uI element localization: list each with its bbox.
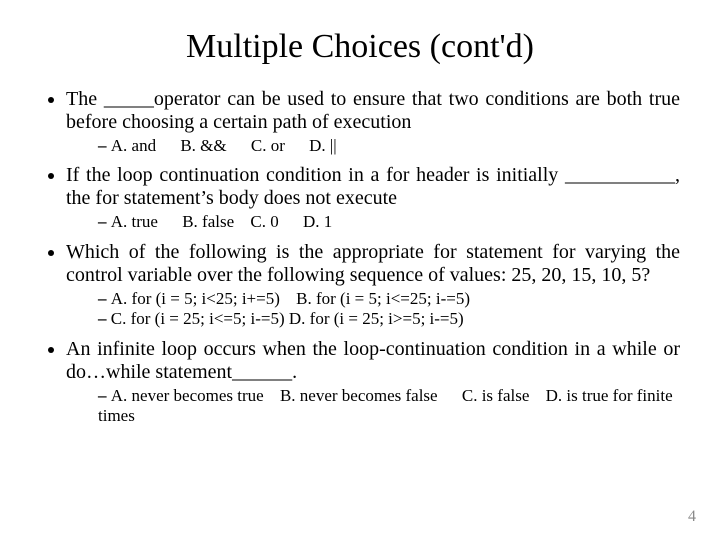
question-4-text: An infinite loop occurs when the loop-co… — [66, 338, 680, 383]
question-4: An infinite loop occurs when the loop-co… — [66, 338, 680, 427]
question-list: The _____operator can be used to ensure … — [40, 88, 680, 426]
option-a: A. and — [111, 136, 156, 155]
question-2-options: A. true B. false C. 0 D. 1 — [66, 212, 680, 232]
option-d: D. 1 — [303, 212, 332, 231]
option-b: B. for (i = 5; i<=25; i-=5) — [296, 289, 470, 308]
option-d: D. for (i = 25; i>=5; i-=5) — [289, 309, 464, 328]
question-1-option-row: A. and B. && C. or D. || — [98, 136, 680, 156]
question-3-options: A. for (i = 5; i<25; i+=5) B. for (i = 5… — [66, 289, 680, 330]
slide-title: Multiple Choices (cont'd) — [40, 28, 680, 66]
slide: Multiple Choices (cont'd) The _____opera… — [0, 0, 720, 540]
option-c: C. 0 — [250, 212, 278, 231]
option-b: B. false — [182, 212, 234, 231]
option-d: D. || — [309, 136, 337, 155]
option-b: B. && — [180, 136, 226, 155]
question-4-option-row: A. never becomes true B. never becomes f… — [98, 386, 680, 427]
question-4-options: A. never becomes true B. never becomes f… — [66, 386, 680, 427]
question-3-option-row-2: C. for (i = 25; i<=5; i-=5) D. for (i = … — [98, 309, 680, 329]
question-3-text: Which of the following is the appropriat… — [66, 241, 680, 286]
question-1: The _____operator can be used to ensure … — [66, 88, 680, 156]
question-1-options: A. and B. && C. or D. || — [66, 136, 680, 156]
question-2-option-row: A. true B. false C. 0 D. 1 — [98, 212, 680, 232]
question-1-text: The _____operator can be used to ensure … — [66, 88, 680, 133]
option-c: C. for (i = 25; i<=5; i-=5) — [111, 309, 285, 328]
option-a: A. true — [111, 212, 158, 231]
question-2: If the loop continuation condition in a … — [66, 164, 680, 232]
question-2-text: If the loop continuation condition in a … — [66, 164, 680, 209]
question-3-option-row-1: A. for (i = 5; i<25; i+=5) B. for (i = 5… — [98, 289, 680, 309]
page-number: 4 — [688, 508, 696, 526]
option-a: A. for (i = 5; i<25; i+=5) — [111, 289, 280, 308]
option-c: C. or — [251, 136, 285, 155]
option-b: B. never becomes false — [280, 386, 438, 405]
question-3: Which of the following is the appropriat… — [66, 241, 680, 330]
option-a: A. never becomes true — [111, 386, 264, 405]
option-c: C. is false — [462, 386, 530, 405]
